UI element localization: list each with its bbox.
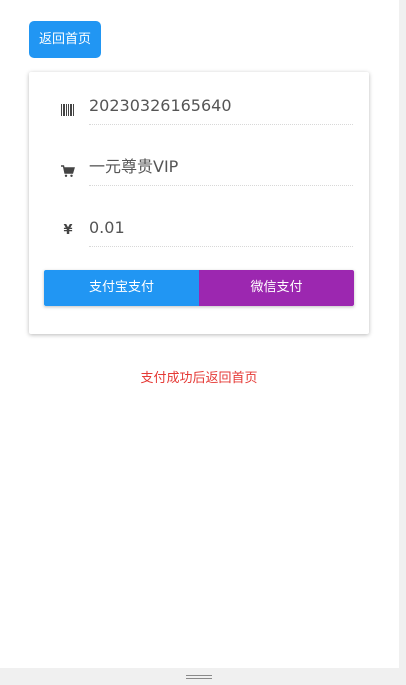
yen-icon: ¥ — [63, 223, 73, 238]
amount-field: ¥ 0.01 — [45, 210, 353, 254]
resize-grip-icon[interactable] — [186, 675, 212, 679]
back-home-button[interactable]: 返回首页 — [29, 21, 101, 58]
vertical-scrollbar[interactable] — [399, 0, 406, 668]
product-name-field: 一元尊贵VIP — [45, 149, 353, 193]
barcode-icon — [61, 102, 75, 116]
order-card: 20230326165640 一元尊贵VIP ¥ 0.01 支付宝支付 微信支付 — [29, 72, 369, 334]
order-number-value: 20230326165640 — [89, 88, 353, 125]
alipay-button[interactable]: 支付宝支付 — [44, 270, 199, 306]
wechat-pay-button[interactable]: 微信支付 — [199, 270, 354, 306]
success-notice: 支付成功后返回首页 — [140, 371, 258, 386]
order-number-field: 20230326165640 — [45, 88, 353, 132]
bottom-bar — [0, 668, 406, 685]
cart-icon — [61, 163, 75, 177]
amount-value: 0.01 — [89, 210, 353, 247]
product-name-value: 一元尊贵VIP — [89, 149, 353, 186]
payment-buttons: 支付宝支付 微信支付 — [44, 270, 354, 306]
